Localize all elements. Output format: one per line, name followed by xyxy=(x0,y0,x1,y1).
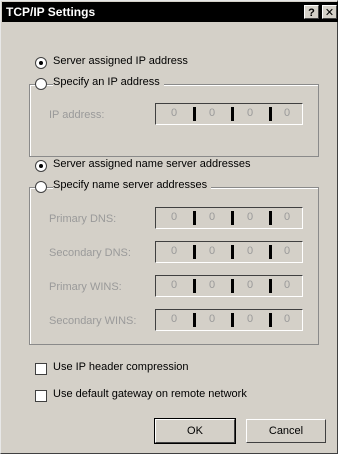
octet-separator xyxy=(269,245,272,259)
specify-ip-label: Specify an IP address xyxy=(53,76,164,88)
octet-1: 0 xyxy=(170,245,178,257)
octet-3: 0 xyxy=(246,107,254,119)
secondary-dns-input[interactable]: 0 0 0 0 xyxy=(155,241,303,263)
server-assigned-dns-label: Server assigned name server addresses xyxy=(53,158,251,170)
octet-1: 0 xyxy=(170,107,178,119)
octet-separator xyxy=(231,245,234,259)
octet-separator xyxy=(269,279,272,293)
primary-dns-label: Primary DNS: xyxy=(49,213,117,225)
octet-2: 0 xyxy=(208,313,216,325)
cancel-button[interactable]: Cancel xyxy=(246,419,326,443)
server-assigned-ip-radio[interactable] xyxy=(35,57,47,69)
secondary-dns-label: Secondary DNS: xyxy=(49,247,131,259)
secondary-wins-input[interactable]: 0 0 0 0 xyxy=(155,309,303,331)
octet-1: 0 xyxy=(170,211,178,223)
octet-separator xyxy=(269,107,272,121)
octet-separator xyxy=(231,211,234,225)
octet-3: 0 xyxy=(246,245,254,257)
octet-4: 0 xyxy=(283,313,291,325)
secondary-wins-label: Secondary WINS: xyxy=(49,315,137,327)
octet-3: 0 xyxy=(246,211,254,223)
specify-ip-radio[interactable] xyxy=(35,78,47,90)
ok-button[interactable]: OK xyxy=(154,418,236,444)
ip-header-compression-label: Use IP header compression xyxy=(53,361,189,373)
octet-4: 0 xyxy=(283,211,291,223)
octet-separator xyxy=(193,107,196,121)
default-gateway-label: Use default gateway on remote network xyxy=(53,388,247,400)
ip-address-input[interactable]: 0 0 0 0 xyxy=(155,103,303,125)
help-button[interactable]: ? xyxy=(304,5,319,19)
ip-header-compression-checkbox[interactable] xyxy=(35,363,47,375)
octet-4: 0 xyxy=(283,107,291,119)
octet-separator xyxy=(193,245,196,259)
octet-2: 0 xyxy=(208,211,216,223)
octet-3: 0 xyxy=(246,313,254,325)
octet-separator xyxy=(193,313,196,327)
octet-4: 0 xyxy=(283,245,291,257)
octet-separator xyxy=(269,211,272,225)
tcpip-settings-dialog: TCP/IP Settings ? ✕ Server assigned IP a… xyxy=(0,0,338,454)
octet-separator xyxy=(231,313,234,327)
ip-address-label: IP address: xyxy=(49,109,105,121)
specify-dns-label: Specify name server addresses xyxy=(53,179,212,191)
octet-2: 0 xyxy=(208,107,216,119)
octet-1: 0 xyxy=(170,279,178,291)
title-bar[interactable]: TCP/IP Settings ? ✕ xyxy=(2,2,338,22)
specify-dns-radio[interactable] xyxy=(35,181,47,193)
close-button[interactable]: ✕ xyxy=(322,5,337,19)
default-gateway-checkbox[interactable] xyxy=(35,390,47,402)
octet-4: 0 xyxy=(283,279,291,291)
octet-separator xyxy=(193,279,196,293)
primary-dns-input[interactable]: 0 0 0 0 xyxy=(155,207,303,229)
primary-wins-input[interactable]: 0 0 0 0 xyxy=(155,275,303,297)
dialog-title: TCP/IP Settings xyxy=(6,5,96,19)
octet-1: 0 xyxy=(170,313,178,325)
octet-2: 0 xyxy=(208,279,216,291)
octet-separator xyxy=(193,211,196,225)
octet-separator xyxy=(231,107,234,121)
octet-separator xyxy=(231,279,234,293)
octet-3: 0 xyxy=(246,279,254,291)
octet-separator xyxy=(269,313,272,327)
server-assigned-ip-label: Server assigned IP address xyxy=(53,55,188,67)
primary-wins-label: Primary WINS: xyxy=(49,281,122,293)
server-assigned-dns-radio[interactable] xyxy=(35,160,47,172)
octet-2: 0 xyxy=(208,245,216,257)
